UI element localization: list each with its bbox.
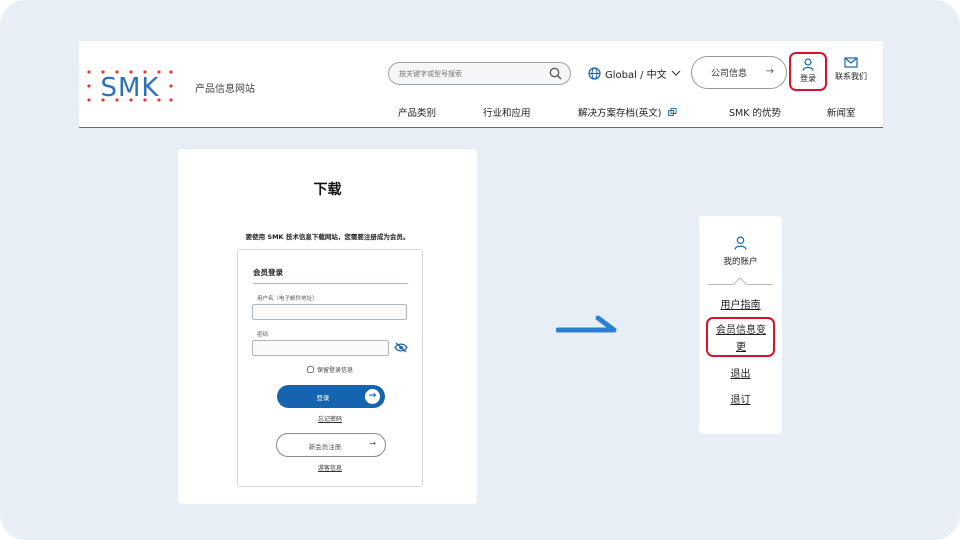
login-box-heading: 会员登录: [253, 268, 283, 277]
password-field[interactable]: [252, 340, 389, 356]
search-input[interactable]: [399, 67, 539, 81]
search-icon[interactable]: [549, 67, 562, 80]
arrow-right-icon: →: [765, 66, 774, 77]
menu-item-unsubscribe[interactable]: 退订: [699, 391, 782, 406]
username-label: 用户名（电子邮件地址）: [257, 296, 318, 302]
globe-icon: [588, 67, 601, 80]
change-member-info-line1: 会员信息变: [716, 325, 766, 336]
contact-label: 联系我们: [835, 72, 867, 81]
user-icon: [734, 236, 747, 250]
forgot-password-link[interactable]: 忘记密码: [238, 414, 422, 423]
nav-newsroom[interactable]: 新闻室: [827, 105, 856, 119]
login-label: 登录: [800, 74, 816, 83]
external-link-icon: [668, 108, 677, 116]
language-label: Global / 中文: [605, 70, 667, 81]
my-account-label: 我的账户: [723, 257, 758, 267]
user-icon: [802, 58, 814, 71]
language-selector[interactable]: Global / 中文: [588, 66, 681, 81]
menu-item-user-guide[interactable]: 用户指南: [699, 296, 782, 311]
hide-password-icon[interactable]: [394, 342, 408, 353]
guest-info-link[interactable]: 游客信息: [238, 463, 422, 472]
keep-login-option[interactable]: 保留登录信息: [307, 365, 353, 374]
menu-item-logout[interactable]: 退出: [699, 365, 782, 380]
nav-industries[interactable]: 行业和应用: [483, 105, 531, 119]
login-submit-button[interactable]: 登录 →: [277, 385, 385, 408]
keep-login-label: 保留登录信息: [317, 367, 354, 374]
dropdown-pointer: [733, 277, 747, 285]
nav-solutions-archive[interactable]: 解决方案存档(英文): [578, 105, 677, 119]
chevron-down-icon: [671, 70, 681, 76]
smk-logo[interactable]: SMK: [87, 69, 173, 103]
login-submit-label: 登录: [316, 394, 330, 402]
svg-text:SMK: SMK: [101, 73, 160, 103]
site-header: SMK 产品信息网站 Global / 中文 公司信息 → 登录: [79, 41, 883, 128]
member-login-box: 会员登录 用户名（电子邮件地址） 密码 保留登录信息 登录 → 忘记密码 新会员…: [237, 249, 423, 487]
download-card: 下载 要使用 SMK 技术信息下载网站，您需要注册成为会员。 会员登录 用户名（…: [178, 149, 477, 504]
username-field[interactable]: [252, 304, 407, 320]
mail-icon: [844, 57, 858, 68]
company-info-label: 公司信息: [711, 69, 748, 79]
search-bar[interactable]: [388, 62, 571, 85]
nav-smk-advantages[interactable]: SMK 的优势: [729, 105, 781, 119]
nav-product-categories[interactable]: 产品类别: [398, 105, 436, 119]
nav-solutions-label: 解决方案存档(英文): [578, 108, 662, 119]
password-label: 密码: [257, 332, 269, 338]
menu-item-change-member-info[interactable]: 会员信息变 更: [710, 322, 772, 356]
account-dropdown-menu: 我的账户 用户指南 会员信息变 更 退出 退订: [699, 216, 782, 434]
change-member-info-line2: 更: [736, 342, 746, 353]
site-name: 产品信息网站: [195, 84, 255, 95]
new-member-register-button[interactable]: 新会员注册 →: [276, 433, 386, 457]
my-account-header: 我的账户: [699, 236, 782, 267]
keep-login-checkbox[interactable]: [307, 366, 314, 373]
register-label: 新会员注册: [308, 443, 342, 451]
heading-divider: [253, 283, 408, 284]
arrow-right-circle-icon: →: [365, 389, 380, 404]
arrow-right-icon: →: [369, 439, 376, 448]
company-info-button[interactable]: 公司信息 →: [691, 56, 787, 89]
contact-us-button[interactable]: 联系我们: [831, 57, 871, 82]
login-button[interactable]: 登录: [789, 52, 827, 91]
membership-notice: 要使用 SMK 技术信息下载网站，您需要注册成为会员。: [245, 233, 410, 241]
next-step-arrow-icon: [556, 315, 617, 333]
page-title: 下载: [313, 182, 342, 198]
